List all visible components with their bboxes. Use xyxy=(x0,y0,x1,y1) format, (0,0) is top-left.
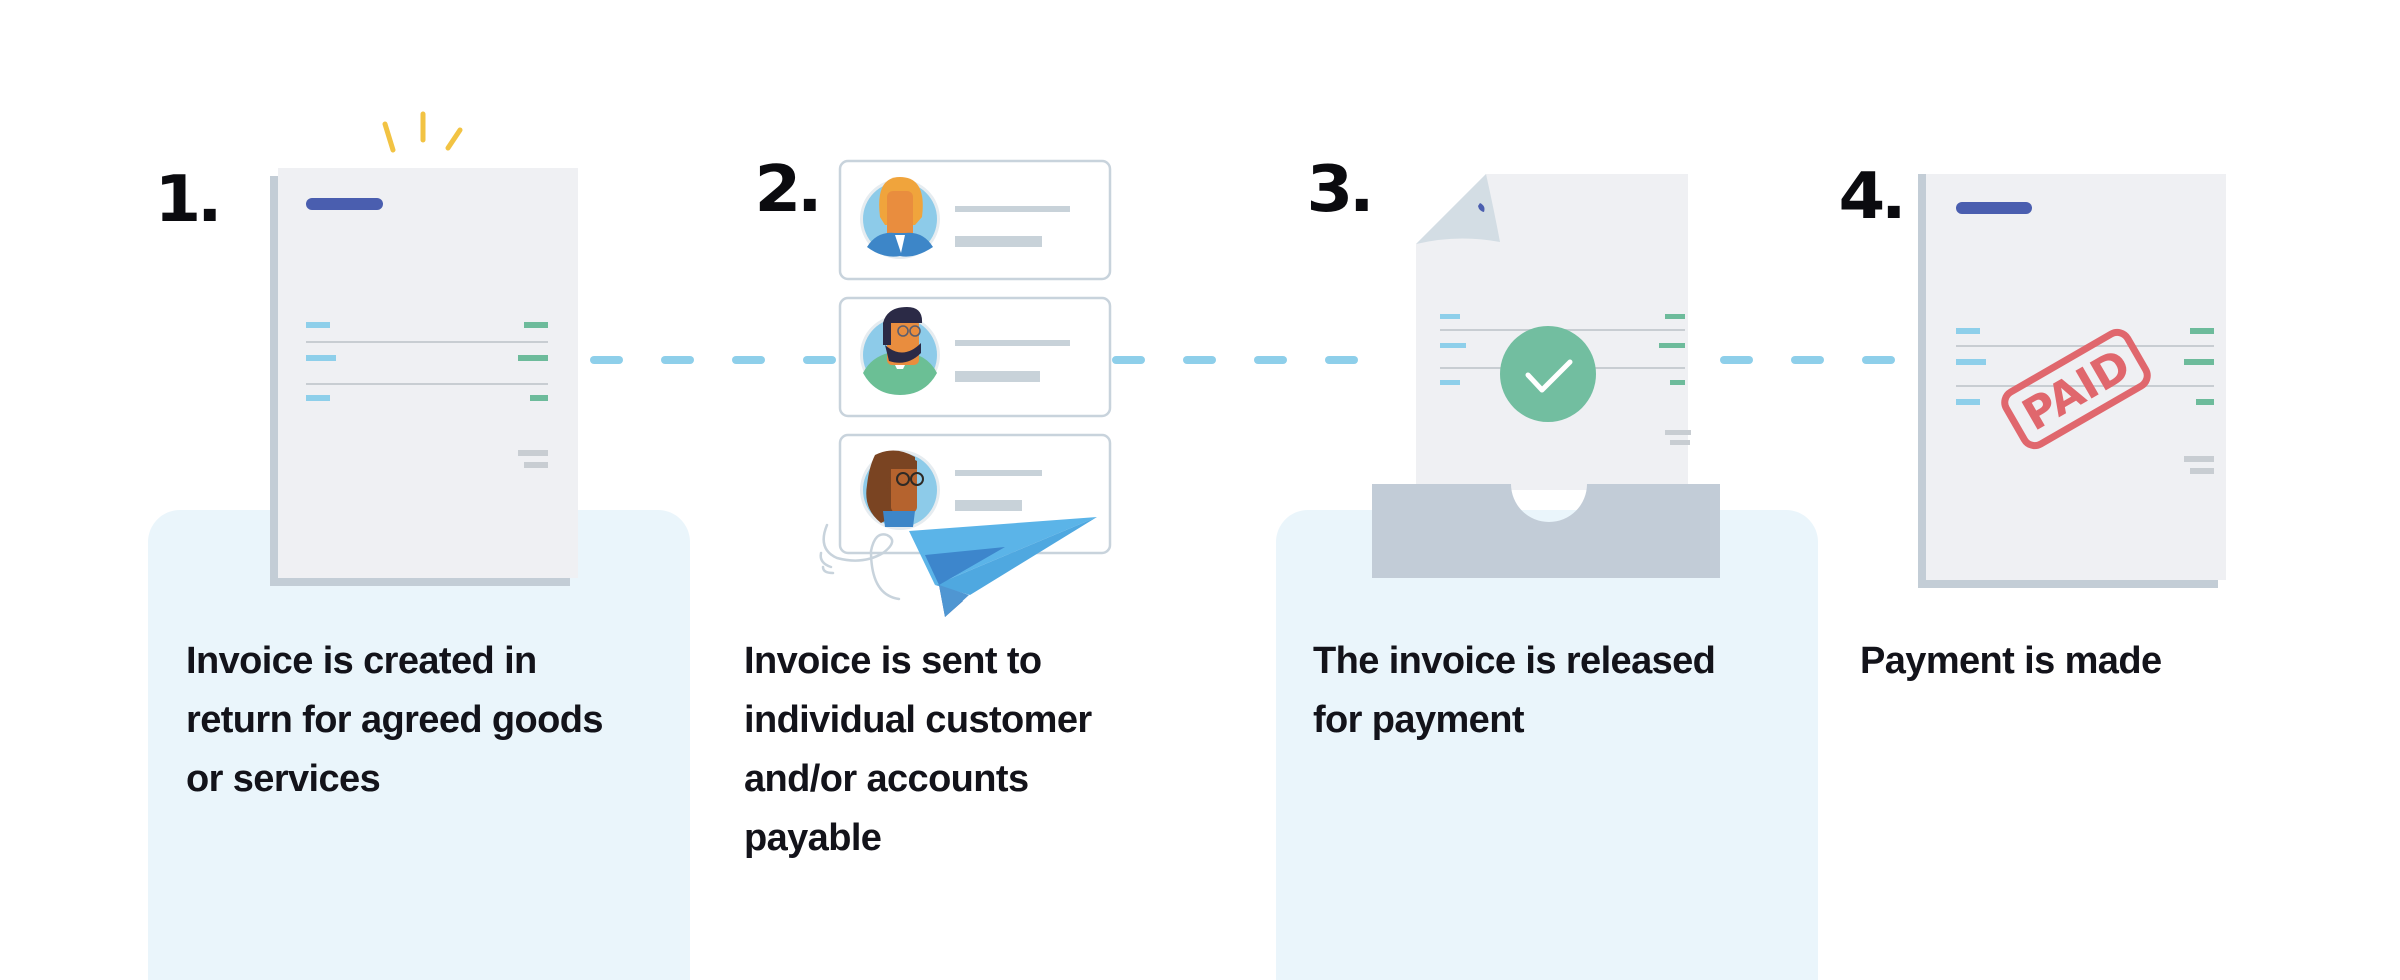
invoice-document xyxy=(278,168,578,578)
step-2-number: 2. xyxy=(754,153,822,227)
step-3-line: The invoice is released xyxy=(1313,640,1716,682)
step-3-line: for payment xyxy=(1313,699,1524,741)
paid-invoice-illustration: PAID xyxy=(1918,174,2226,588)
step-1-line: Invoice is created in xyxy=(186,640,537,682)
connector-dash xyxy=(1325,356,1358,364)
step-2-line: and/or accounts xyxy=(744,758,1029,800)
connector-dash xyxy=(732,356,765,364)
step-4-line: Payment is made xyxy=(1860,640,2162,682)
avatar-woman-glasses xyxy=(860,450,940,530)
step-1-line: or services xyxy=(186,758,381,800)
connector-step3-step4 xyxy=(1720,356,1920,364)
connector-step2-step3 xyxy=(1112,356,1412,364)
connector-step1-step2 xyxy=(590,356,850,364)
recipient-card xyxy=(838,296,1112,418)
step-4-description: Payment is made xyxy=(1860,632,2162,691)
approved-invoice-illustration xyxy=(1372,174,1720,578)
check-circle-icon xyxy=(1500,326,1596,422)
step-1-number: 1. xyxy=(154,163,222,237)
step-2-line: individual customer xyxy=(744,699,1092,741)
step-3-number: 3. xyxy=(1306,153,1374,227)
step-4-number: 4. xyxy=(1838,160,1906,234)
connector-dash xyxy=(1183,356,1216,364)
step-3-description: The invoice is released for payment xyxy=(1313,632,1716,750)
recipient-cards-illustration xyxy=(819,159,1112,617)
inbox-tray xyxy=(1372,484,1720,578)
new-invoice-illustration xyxy=(270,111,578,586)
step-2-line: Invoice is sent to xyxy=(744,640,1042,682)
folded-corner xyxy=(1416,174,1500,244)
step-1-line: return for agreed goods xyxy=(186,699,604,741)
step-2-line: payable xyxy=(744,817,882,859)
step-1-description: Invoice is created in return for agreed … xyxy=(186,632,604,809)
invoice-header-bar xyxy=(306,198,383,210)
connector-dash xyxy=(1862,356,1895,364)
connector-dash xyxy=(1254,356,1287,364)
connector-dash xyxy=(1791,356,1824,364)
sparkle-icon xyxy=(382,111,463,153)
step-2-description: Invoice is sent to individual customer a… xyxy=(744,632,1092,868)
paper-plane-icon xyxy=(909,517,1097,617)
recipient-card xyxy=(838,159,1112,281)
connector-dash xyxy=(661,356,694,364)
invoice-header-bar xyxy=(1956,202,2032,214)
connector-dash xyxy=(590,356,623,364)
